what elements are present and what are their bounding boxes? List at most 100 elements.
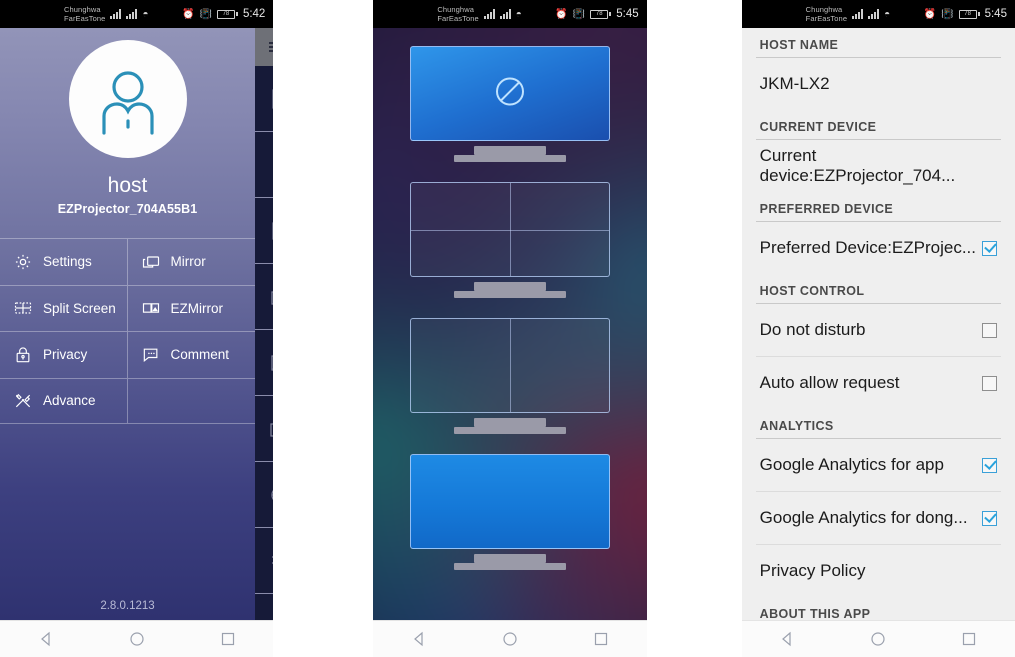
menu-label: Split Screen (43, 300, 116, 316)
row-label: Google Analytics for app (759, 455, 944, 474)
carrier-line-1: Chunghwa (805, 5, 843, 14)
clock-time: 5:45 (984, 8, 1007, 20)
recents-icon[interactable] (952, 621, 986, 657)
settings-list[interactable]: HOST NAME JKM-LX2 CURRENT DEVICE Current… (741, 28, 1015, 620)
menu-item-advance[interactable]: Advance (0, 377, 128, 424)
monitor-base (453, 563, 566, 570)
recents-icon[interactable] (584, 621, 618, 657)
menu-label: Advance (43, 393, 96, 409)
split-screen-icon (12, 297, 34, 319)
monitor-base (453, 291, 566, 298)
settings-row-do-not-disturb[interactable]: Do not disturb (742, 304, 1015, 356)
carrier-line-2: FarEasTone (64, 14, 106, 23)
signal-bars-icon-1 (483, 9, 495, 19)
section-header-preferred-device: PREFERRED DEVICE (759, 202, 894, 216)
checkbox-preferred-device[interactable] (981, 240, 997, 256)
lock-icon (12, 344, 34, 366)
menu-item-privacy[interactable]: Privacy (0, 331, 128, 378)
icon-rail (255, 28, 274, 620)
phone-panel-settings: Chunghwa FarEasTone ◓ ⏰ 📳 78 5:45 HOST N… (741, 0, 1015, 657)
phone-panel-screen-selector: Chunghwa FarEasTone ◓ ⏰ 📳 78 5:45 (373, 0, 647, 657)
rail-item-notebook[interactable] (255, 66, 274, 132)
back-icon[interactable] (29, 621, 63, 657)
signal-bars-icon-2 (126, 9, 138, 19)
row-label: JKM-LX2 (759, 74, 830, 93)
home-icon[interactable] (120, 621, 154, 657)
battery-level: 78 (216, 9, 235, 19)
android-nav-bar (0, 620, 274, 657)
menu-label: EZMirror (170, 300, 224, 316)
row-label: Current device:EZProjector_704... (759, 146, 956, 185)
monitor-base (453, 427, 566, 434)
rail-item-list[interactable] (255, 198, 274, 264)
section-header-current-device: CURRENT DEVICE (759, 120, 877, 134)
menu-item-split-screen[interactable]: Split Screen (0, 284, 128, 331)
settings-row-ga-dongle[interactable]: Google Analytics for dong... (742, 492, 1015, 544)
rail-item-device[interactable] (255, 528, 274, 594)
monitor-blocked-screen[interactable] (409, 46, 610, 162)
row-label: Auto allow request (759, 373, 900, 392)
carrier-line-2: FarEasTone (805, 14, 848, 23)
menu-label: Settings (43, 254, 92, 270)
comment-bubble-icon (140, 344, 162, 366)
menu-item-settings[interactable]: Settings (0, 238, 128, 285)
row-label: Preferred Device:EZProjec... (759, 238, 977, 257)
rail-item-image[interactable] (255, 330, 274, 396)
wifi-icon: ◓ (515, 8, 522, 20)
status-right: ⏰ 📳 78 5:42 (182, 8, 265, 20)
app-version: 2.8.0.1213 (100, 600, 155, 612)
menu-label: Comment (170, 347, 230, 363)
monitor-dual-split-screen[interactable] (409, 318, 610, 434)
split-divider-vertical (509, 319, 511, 412)
settings-row-privacy-policy[interactable]: Privacy Policy (742, 545, 1015, 597)
carrier-line-1: Chunghwa (437, 5, 474, 14)
ezmirror-icon (140, 297, 162, 319)
monitor-panel (409, 46, 610, 141)
drawer-menu-grid: Settings Mirror Split Screen EZMirror Pr… (0, 238, 255, 424)
hamburger-menu-icon[interactable] (255, 28, 274, 66)
settings-row-host-name[interactable]: JKM-LX2 (742, 58, 1015, 110)
battery-icon: 78 (958, 9, 980, 19)
app-drawer-body: host EZProjector_704A55B1 Settings Mirro… (0, 28, 274, 620)
settings-row-preferred-device[interactable]: Preferred Device:EZProjec... (742, 222, 1015, 274)
checkbox-ga-app[interactable] (981, 457, 997, 473)
tools-icon (12, 390, 34, 412)
monitor-stand (473, 282, 546, 291)
phone-panel-app-drawer: Chunghwa FarEasTone ◓ ⏰ 📳 78 5:42 host E… (0, 0, 274, 657)
android-nav-bar (741, 620, 1015, 657)
signal-bars-icon-2 (868, 9, 880, 19)
checkbox-auto-allow-request[interactable] (981, 375, 997, 391)
checkbox-ga-dongle[interactable] (981, 510, 997, 526)
rail-item-globe[interactable] (255, 462, 274, 528)
gear-icon (12, 251, 34, 273)
status-right: ⏰ 📳 78 5:45 (555, 8, 638, 20)
settings-row-ga-app[interactable]: Google Analytics for app (742, 439, 1015, 491)
menu-item-comment[interactable]: Comment (127, 331, 255, 378)
menu-item-mirror[interactable]: Mirror (127, 238, 255, 285)
home-icon[interactable] (493, 621, 527, 657)
menu-item-ezmirror[interactable]: EZMirror (127, 284, 255, 332)
settings-row-current-device[interactable]: Current device:EZProjector_704... (742, 140, 1015, 192)
rail-item-folder[interactable] (255, 264, 274, 330)
rail-item-document[interactable] (255, 132, 274, 198)
settings-row-auto-allow-request[interactable]: Auto allow request (742, 357, 1015, 409)
monitor-stand (473, 146, 546, 155)
recents-icon[interactable] (211, 621, 245, 657)
status-bar: Chunghwa FarEasTone ◓ ⏰ 📳 78 5:45 (741, 0, 1015, 28)
row-label: Do not disturb (759, 320, 866, 339)
back-icon[interactable] (402, 621, 436, 657)
alarm-clock-icon: ⏰ (555, 8, 568, 20)
status-left: Chunghwa FarEasTone ◓ (437, 5, 521, 23)
monitor-quad-split-screen[interactable] (409, 182, 610, 298)
screen-selector-body (373, 28, 647, 620)
monitor-panel (409, 454, 610, 549)
battery-icon: 78 (216, 9, 238, 19)
battery-level: 78 (958, 9, 977, 19)
back-icon[interactable] (770, 621, 804, 657)
carrier-label: Chunghwa FarEasTone (64, 5, 105, 23)
rail-item-camera[interactable] (255, 396, 274, 462)
checkbox-do-not-disturb[interactable] (981, 322, 997, 338)
avatar[interactable] (68, 40, 187, 158)
monitor-active-screen[interactable] (409, 454, 610, 570)
home-icon[interactable] (861, 621, 895, 657)
